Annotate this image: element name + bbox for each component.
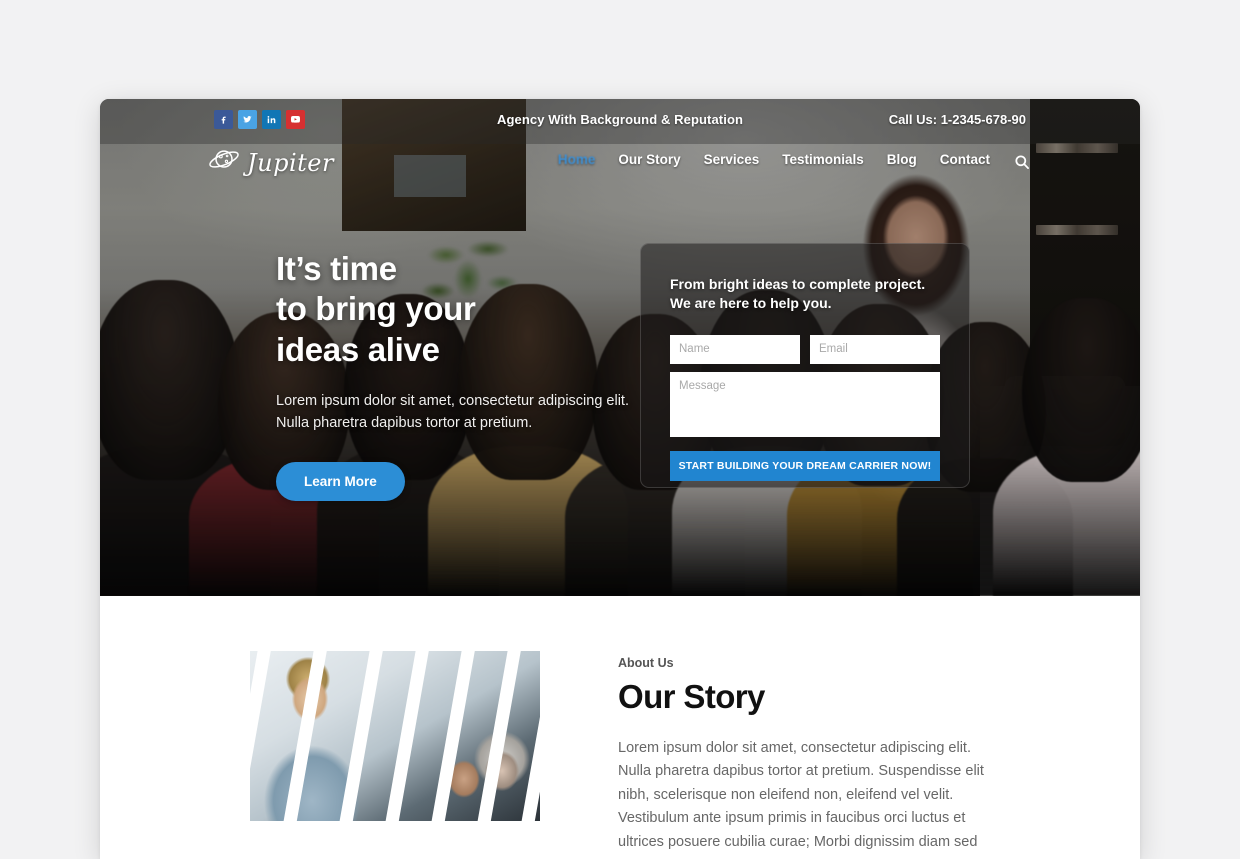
about-eyebrow: About Us [618, 656, 674, 670]
nav-menu: Home Our Story Services Testimonials Blog Con… [558, 152, 990, 167]
name-input[interactable] [670, 334, 800, 364]
hero-heading-line-2: to bring your [276, 290, 476, 328]
hero-copy: It’s time to bring your ideas alive Lore… [276, 249, 646, 502]
about-image-slat-overlay [250, 651, 540, 821]
image-slat [278, 651, 331, 821]
top-utility-bar: Agency With Background & Reputation Call… [100, 99, 1140, 144]
planet-saturn-icon [208, 145, 240, 180]
hero-heading: It’s time to bring your ideas alive [276, 249, 646, 370]
about-body: Lorem ipsum dolor sit amet, consectetur … [618, 740, 984, 850]
hero-section: Agency With Background & Reputation Call… [100, 99, 1140, 596]
email-input[interactable] [810, 334, 940, 364]
hero-paragraph: Lorem ipsum dolor sit amet, consectetur … [276, 392, 629, 431]
main-navigation-bar: Jupiter Home Our Story Services Testimonial… [100, 144, 1140, 194]
image-slat [516, 651, 540, 821]
hero-heading-line-1: It’s time [276, 250, 397, 287]
about-image [250, 651, 540, 821]
nav-item-testimonials[interactable]: Testimonials [782, 152, 864, 167]
hero-contact-form: From bright ideas to complete project. W… [640, 243, 970, 488]
nav-item-our-story[interactable]: Our Story [618, 152, 680, 167]
website-page-frame: Agency With Background & Reputation Call… [100, 99, 1140, 859]
search-icon[interactable] [1010, 150, 1034, 174]
call-us-text[interactable]: Call Us: 1-2345-678-90 [889, 112, 1026, 127]
learn-more-button[interactable]: Learn More [276, 462, 405, 502]
nav-item-contact[interactable]: Contact [940, 152, 990, 167]
image-slat [334, 651, 387, 821]
submit-button[interactable]: START BUILDING YOUR DREAM CARRIER NOW! [670, 450, 940, 481]
hero-heading-line-3: ideas alive [276, 330, 440, 368]
nav-item-home[interactable]: Home [558, 152, 596, 167]
nav-item-services[interactable]: Services [704, 152, 760, 167]
brand-name: Jupiter [247, 148, 334, 177]
about-text-block: About Us Our Story Lorem ipsum dolor sit… [618, 656, 1008, 854]
image-slat [426, 651, 479, 821]
nav-item-blog[interactable]: Blog [887, 152, 917, 167]
brand-logo[interactable]: Jupiter [208, 145, 334, 180]
about-title: Our Story [618, 678, 765, 715]
hero-form-name-email-row [670, 334, 940, 364]
image-slat [250, 651, 275, 821]
image-slat [380, 651, 433, 821]
hero-form-heading: From bright ideas to complete project. W… [670, 276, 926, 312]
message-input[interactable] [670, 371, 940, 437]
image-slat [472, 651, 525, 821]
